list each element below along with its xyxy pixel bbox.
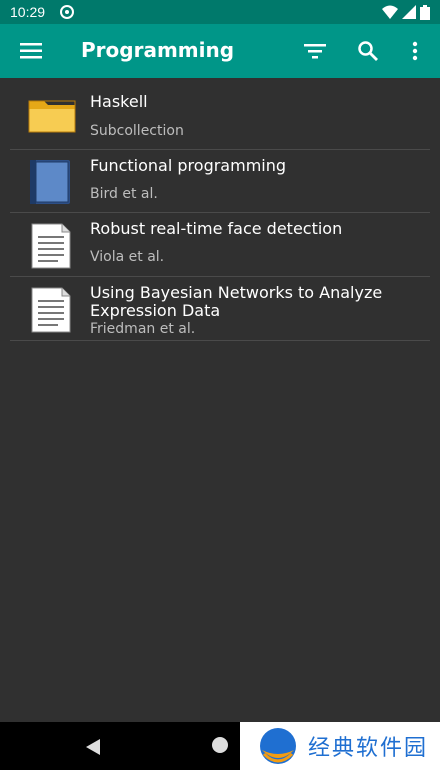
document-icon <box>31 287 71 333</box>
page-title: Programming <box>81 38 235 62</box>
signal-icon <box>402 5 416 19</box>
item-title: Haskell <box>90 92 148 111</box>
watermark: 经典软件园 <box>240 722 440 770</box>
book-icon <box>30 160 70 204</box>
item-subtitle: Viola et al. <box>90 249 165 265</box>
search-button[interactable] <box>355 38 381 64</box>
folder-icon <box>28 100 76 133</box>
status-bar: 10:29 <box>0 0 440 24</box>
wifi-icon <box>382 5 398 19</box>
collection-list: Haskell Subcollection Functional program… <box>10 82 430 341</box>
item-title: Robust real-time face detection <box>90 219 343 238</box>
more-button[interactable] <box>402 38 428 64</box>
item-subtitle: Bird et al. <box>90 186 158 202</box>
list-item-document[interactable]: Using Bayesian Networks to Analyze Expre… <box>10 277 430 341</box>
sync-icon <box>60 5 75 19</box>
list-item-collection[interactable]: Haskell Subcollection <box>10 82 430 150</box>
watermark-logo-icon <box>260 728 296 764</box>
document-icon <box>31 223 71 269</box>
search-icon <box>358 41 378 61</box>
item-title: Using Bayesian Networks to Analyze Expre… <box>90 283 383 320</box>
home-icon[interactable] <box>212 737 228 753</box>
list-item-book[interactable]: Functional programming Bird et al. <box>10 150 430 213</box>
menu-icon[interactable] <box>20 40 44 62</box>
list-item-document[interactable]: Robust real-time face detection Viola et… <box>10 213 430 277</box>
back-icon[interactable] <box>84 738 102 756</box>
status-time: 10:29 <box>10 4 46 20</box>
item-subtitle: Friedman et al. <box>90 321 196 337</box>
filter-icon <box>304 44 326 59</box>
app-bar: Programming <box>0 24 440 78</box>
battery-icon <box>420 4 430 20</box>
watermark-text: 经典软件园 <box>308 736 429 761</box>
item-title: Functional programming <box>90 156 287 175</box>
item-subtitle: Subcollection <box>90 123 184 139</box>
filter-button[interactable] <box>302 38 328 64</box>
more-vert-icon <box>412 41 418 61</box>
